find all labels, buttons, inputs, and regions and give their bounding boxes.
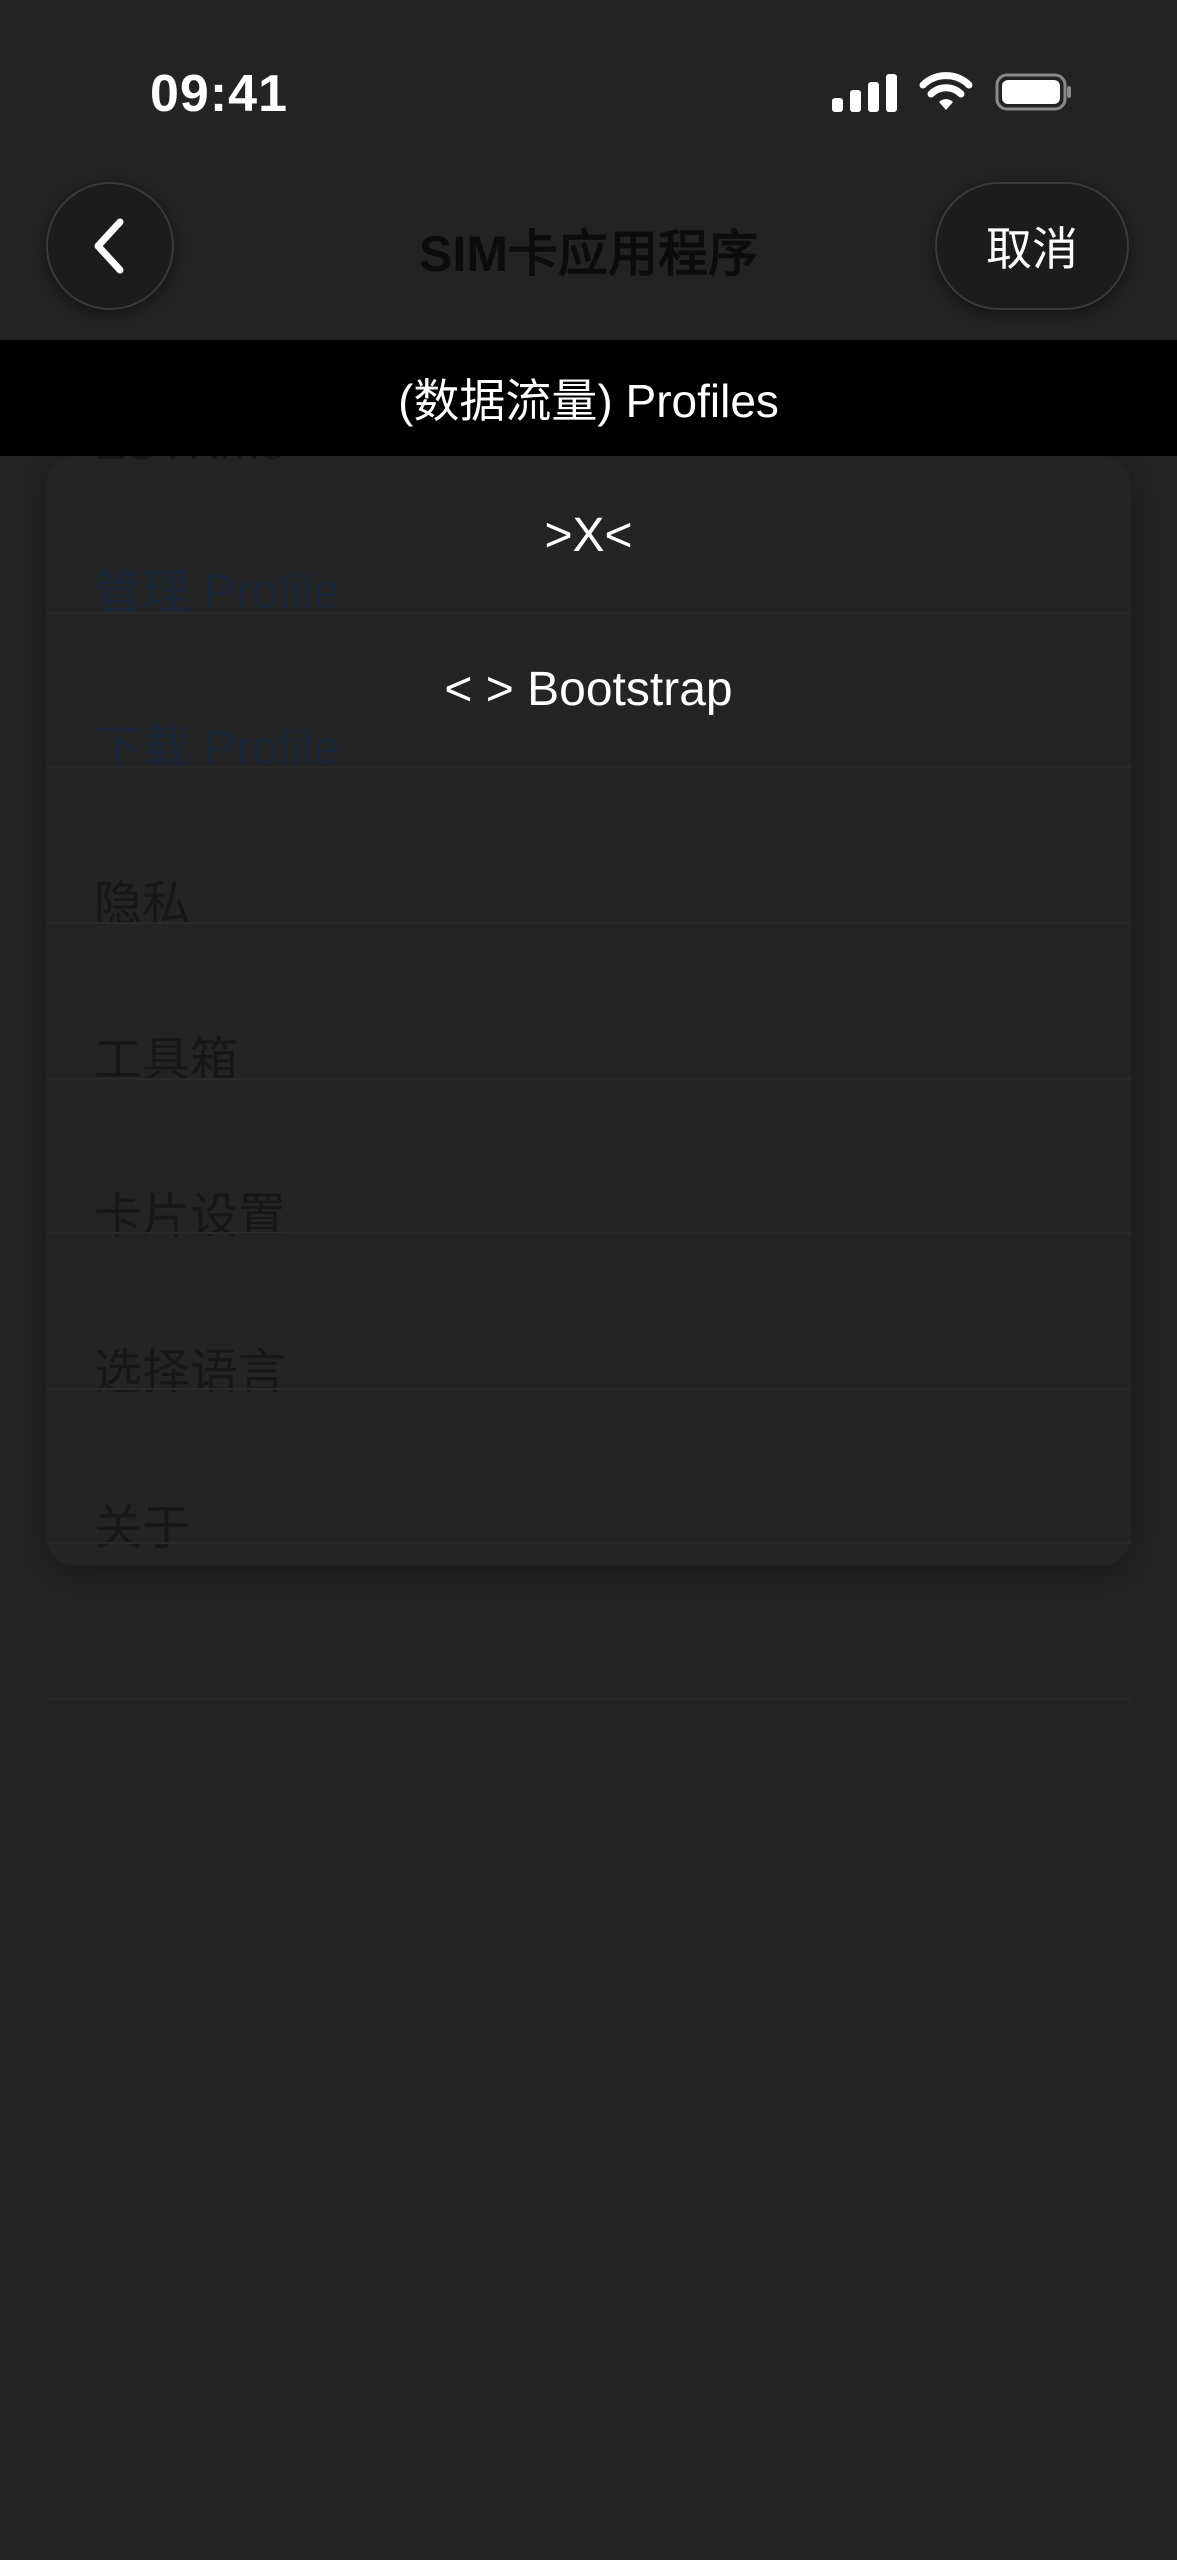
overlay-option-bootstrap[interactable]: < > Bootstrap [0, 662, 1177, 717]
row-divider [46, 1542, 1131, 1544]
row-divider [46, 922, 1131, 924]
status-icons [832, 72, 1073, 112]
status-bar: 09:41 [0, 0, 1177, 190]
list-item-select-language[interactable]: 选择语言 [94, 1332, 286, 1402]
row-divider [46, 1698, 1131, 1700]
row-divider [46, 1388, 1131, 1390]
wifi-icon [919, 72, 973, 110]
battery-icon [995, 73, 1071, 111]
row-divider [46, 766, 1131, 768]
row-divider [46, 1232, 1131, 1234]
cellular-signal-icon [832, 72, 897, 112]
row-divider [46, 1078, 1131, 1080]
list-item-card-settings[interactable]: 卡片设置 [94, 1176, 286, 1246]
data-profiles-banner: (数据流量) Profiles [0, 340, 1177, 456]
list-item-about[interactable]: 关于 [94, 1488, 190, 1558]
row-divider [46, 612, 1131, 614]
status-time: 09:41 [150, 65, 288, 123]
overlay-option-close[interactable]: >X< [0, 508, 1177, 563]
cancel-button[interactable]: 取消 [935, 182, 1129, 310]
